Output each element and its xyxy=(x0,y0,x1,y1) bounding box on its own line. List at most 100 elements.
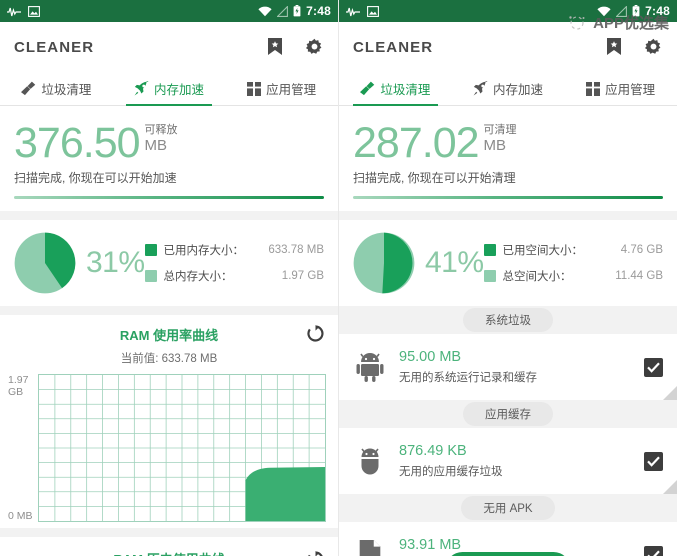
broom-icon xyxy=(360,81,375,96)
junk-item-system[interactable]: 95.00 MB 无用的系统运行记录和缓存 xyxy=(339,334,677,400)
storage-legend: 已用空间大小： 4.76 GB 总空间大小： 11.44 GB xyxy=(483,237,663,289)
tab-bar: 垃圾清理 内存加速 应用管理 xyxy=(339,72,677,106)
tab-app-manage[interactable]: 应用管理 xyxy=(564,72,677,105)
item-corner-fold xyxy=(663,480,677,494)
ram-usage-chart-card: RAM 使用率曲线 当前值: 633.78 MB 1.97 GB 0 MB xyxy=(0,315,338,528)
item-text-block: 95.00 MB 无用的系统运行记录和缓存 xyxy=(399,349,537,385)
app-title: CLEANER xyxy=(353,38,434,56)
tab-junk-clean[interactable]: 垃圾清理 xyxy=(0,72,113,105)
junk-item-description: 无用的系统运行记录和缓存 xyxy=(399,372,537,384)
clean-action-button[interactable] xyxy=(445,552,571,556)
legend-swatch-total xyxy=(144,270,157,282)
left-phone-screen: 7:48 CLEANER 垃圾清理 内存加速 应用管理 376.50 可释放 M… xyxy=(0,0,339,556)
summary-unit: MB xyxy=(483,137,507,154)
legend-row: 已用内存大小： 633.78 MB xyxy=(144,237,324,263)
item-corner-fold xyxy=(663,386,677,400)
app-bar-actions xyxy=(606,38,663,57)
junk-item-checkbox[interactable] xyxy=(644,357,663,377)
status-bar-left-icons xyxy=(346,5,379,17)
app-bar: CLEANER xyxy=(0,22,338,72)
rocket-icon xyxy=(473,81,488,96)
tab-bar: 垃圾清理 内存加速 应用管理 xyxy=(0,72,338,106)
legend-value: 4.76 GB xyxy=(620,244,663,256)
peek-chart-title: RAM 历史使用曲线 xyxy=(0,549,338,556)
junk-item-size: 95.00 MB xyxy=(399,349,462,365)
tab-app-manage[interactable]: 应用管理 xyxy=(225,72,338,105)
junk-item-app-cache[interactable]: 876.49 KB 无用的应用缓存垃圾 xyxy=(339,428,677,494)
item-text-block: 93.91 MB 无用安装包 xyxy=(399,537,461,556)
ram-history-chart-card: RAM 历史使用曲线 xyxy=(0,537,338,556)
apps-grid-icon xyxy=(586,81,601,96)
chart-title: RAM 使用率曲线 xyxy=(119,328,219,343)
legend-label: 已用空间大小： xyxy=(502,245,584,257)
legend-swatch-used xyxy=(483,244,496,256)
junk-item-description: 无用的应用缓存垃圾 xyxy=(399,466,503,478)
tab-memory-boost[interactable]: 内存加速 xyxy=(452,72,565,105)
image-icon xyxy=(28,5,40,17)
section-divider xyxy=(0,211,338,220)
section-divider xyxy=(339,211,677,220)
summary-unit-block: 可释放 MB xyxy=(145,124,178,154)
tab-memory-boost[interactable]: 内存加速 xyxy=(113,72,226,106)
right-phone-screen: 7:48 CLEANER 垃圾清理 内存加速 应用管理 287.02 可清理 M… xyxy=(339,0,677,556)
waveform-icon xyxy=(7,7,21,16)
legend-label: 已用内存大小： xyxy=(163,245,245,257)
legend-row: 已用空间大小： 4.76 GB xyxy=(483,237,663,263)
gear-icon[interactable] xyxy=(305,38,324,57)
watermark: APP优选集 xyxy=(567,12,669,33)
android-bug-icon xyxy=(361,448,379,475)
memory-usage-percent: 31% xyxy=(86,246,145,279)
legend-value: 11.44 GB xyxy=(615,270,663,282)
apk-file-icon: APK xyxy=(359,540,381,556)
memory-usage-pie-chart xyxy=(14,232,76,294)
chart-grid-and-area xyxy=(39,375,325,521)
memory-usage-card: 31% 已用内存大小： 633.78 MB 总内存大小： 1.97 GB xyxy=(0,220,338,306)
item-icon-wrap: APK xyxy=(353,540,387,556)
releasable-value: 376.50 xyxy=(14,119,141,167)
y-axis-bottom-label: 0 MB xyxy=(8,510,33,522)
battery-charging-icon xyxy=(293,5,301,17)
ram-area-chart xyxy=(38,374,326,522)
storage-usage-percent: 41% xyxy=(425,246,484,279)
tab-junk-clean[interactable]: 垃圾清理 xyxy=(339,72,452,106)
item-icon-wrap xyxy=(353,352,387,382)
section-header-system-junk: 系统垃圾 xyxy=(339,306,677,334)
legend-swatch-used xyxy=(144,244,157,256)
sparkle-icon xyxy=(569,15,585,30)
storage-usage-card: 41% 已用空间大小： 4.76 GB 总空间大小： 11.44 GB xyxy=(339,220,677,306)
legend-swatch-total xyxy=(483,270,496,282)
legend-label: 总空间大小： xyxy=(502,271,572,283)
chart-subtitle: 当前值: 633.78 MB xyxy=(120,353,218,365)
chart-area-fill xyxy=(245,466,325,521)
legend-label: 总内存大小： xyxy=(163,271,233,283)
bookmark-icon[interactable] xyxy=(606,38,622,56)
junk-item-checkbox[interactable] xyxy=(644,545,663,556)
bookmark-icon[interactable] xyxy=(267,38,283,56)
legend-value: 633.78 MB xyxy=(268,244,324,256)
y-axis-top-label: 1.97 GB xyxy=(8,374,29,398)
section-pill-label: 应用缓存 xyxy=(463,402,553,426)
junk-item-unused-apk[interactable]: APK 93.91 MB 无用安装包 xyxy=(339,522,677,556)
app-title: CLEANER xyxy=(14,38,95,56)
item-icon-wrap xyxy=(353,446,387,476)
section-pill-label: 系统垃圾 xyxy=(463,308,553,332)
summary-unit-caption: 可释放 xyxy=(144,124,178,136)
status-bar-right-icons: 7:48 xyxy=(258,4,331,18)
summary-value-row: 376.50 可释放 MB xyxy=(14,120,324,166)
gear-icon[interactable] xyxy=(644,38,663,57)
junk-item-size: 876.49 KB xyxy=(399,443,467,459)
refresh-icon[interactable] xyxy=(307,551,324,556)
storage-usage-pie-chart xyxy=(353,232,415,294)
check-icon xyxy=(647,361,660,373)
summary-unit-caption: 可清理 xyxy=(483,124,517,136)
junk-item-checkbox[interactable] xyxy=(644,451,663,471)
legend-row: 总内存大小： 1.97 GB xyxy=(144,263,324,289)
broom-icon xyxy=(21,81,36,96)
status-bar-clock: 7:48 xyxy=(306,4,331,18)
tab-label: 垃圾清理 xyxy=(380,83,431,97)
signal-icon xyxy=(277,5,289,17)
refresh-icon[interactable] xyxy=(307,325,324,342)
status-bar: 7:48 xyxy=(0,0,338,22)
section-divider xyxy=(0,306,338,315)
summary-unit: MB xyxy=(144,137,168,154)
